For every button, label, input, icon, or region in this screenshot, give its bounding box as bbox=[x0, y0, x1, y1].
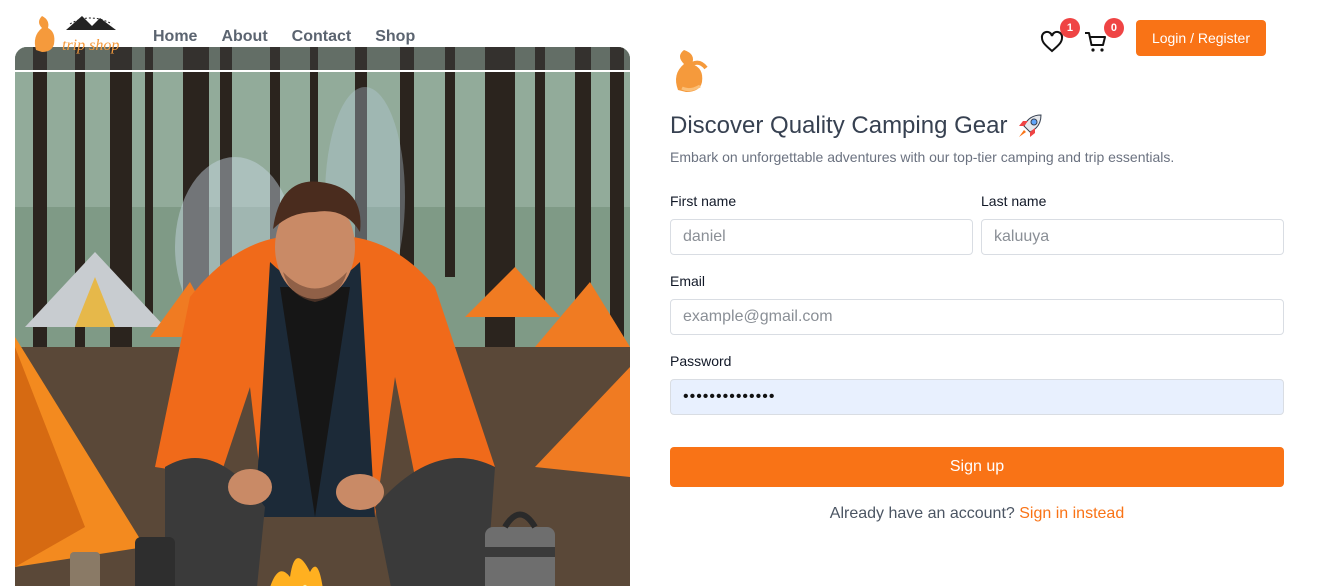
squirrel-logo-icon: trip shop bbox=[34, 16, 119, 54]
header-actions: 1 0 Login / Register bbox=[1040, 18, 1266, 56]
cart-count-badge: 0 bbox=[1103, 18, 1124, 38]
sign-in-link[interactable]: Sign in instead bbox=[1019, 505, 1124, 522]
hero-image bbox=[15, 47, 630, 586]
nav-contact[interactable]: Contact bbox=[292, 28, 352, 46]
first-name-group: First name bbox=[670, 193, 973, 255]
wishlist-button[interactable]: 1 bbox=[1040, 18, 1080, 53]
main-nav: Home About Contact Shop bbox=[153, 28, 415, 46]
signin-prompt-text: Already have an account? bbox=[829, 505, 1015, 522]
form-title: Discover Quality Camping Gear bbox=[670, 111, 1284, 141]
form-subtitle: Embark on unforgettable adventures with … bbox=[670, 149, 1175, 165]
form-title-text: Discover Quality Camping Gear bbox=[670, 112, 1008, 139]
camping-scene-illustration bbox=[15, 47, 630, 586]
login-register-button[interactable]: Login / Register bbox=[1135, 20, 1266, 56]
cart-icon bbox=[1084, 32, 1106, 52]
last-name-field[interactable] bbox=[981, 219, 1284, 255]
nav-shop[interactable]: Shop bbox=[375, 28, 415, 46]
last-name-label: Last name bbox=[981, 193, 1047, 209]
email-label: Email bbox=[670, 273, 706, 289]
first-name-label: First name bbox=[670, 193, 737, 209]
last-name-group: Last name bbox=[981, 193, 1284, 255]
wishlist-count-badge: 1 bbox=[1059, 18, 1080, 38]
cart-button[interactable]: 0 bbox=[1084, 18, 1124, 52]
signin-prompt: Already have an account? Sign in instead bbox=[670, 505, 1284, 523]
squirrel-brand-icon bbox=[676, 50, 708, 92]
nav-home[interactable]: Home bbox=[153, 28, 197, 46]
name-row: First name Last name bbox=[670, 193, 1284, 255]
nav-about[interactable]: About bbox=[221, 28, 267, 46]
sign-up-button[interactable]: Sign up bbox=[670, 447, 1284, 487]
email-group: Email bbox=[670, 273, 1284, 335]
password-field[interactable] bbox=[670, 379, 1284, 415]
password-group: Password bbox=[670, 353, 1284, 415]
heart-icon bbox=[1040, 30, 1063, 53]
rocket-icon bbox=[1019, 114, 1042, 137]
password-label: Password bbox=[670, 353, 732, 369]
brand-logo[interactable]: trip shop bbox=[30, 14, 126, 56]
first-name-field[interactable] bbox=[670, 219, 973, 255]
signup-panel: Discover Quality Camping Gear Embark on … bbox=[670, 48, 1284, 523]
svg-text:trip shop: trip shop bbox=[62, 37, 119, 54]
email-field[interactable] bbox=[670, 299, 1284, 335]
